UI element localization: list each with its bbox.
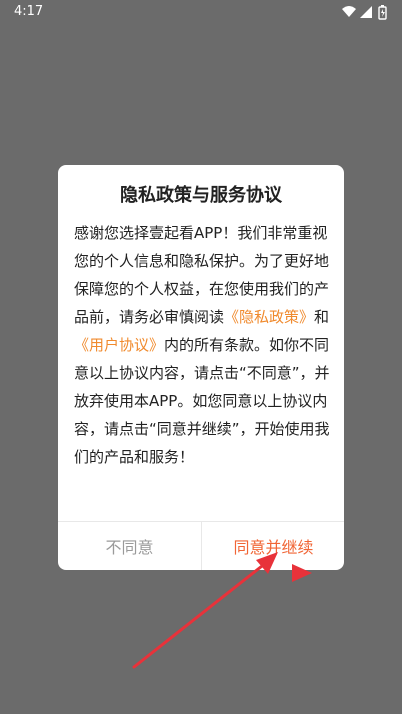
- status-icons: [342, 5, 387, 20]
- body-connector: 和: [314, 308, 330, 326]
- privacy-policy-link[interactable]: 《隐私政策》: [224, 308, 314, 326]
- status-time: 4:17: [14, 4, 44, 19]
- status-bar: 4:17: [0, 0, 402, 24]
- dialog-title: 隐私政策与服务协议: [120, 185, 282, 206]
- battery-icon: [378, 5, 387, 20]
- privacy-dialog: 隐私政策与服务协议 感谢您选择壹起看APP！我们非常重视您的个人信息和隐私保护。…: [58, 165, 344, 570]
- body-text-after: 内的所有条款。如你不同意以上协议内容，请点击“不同意”，并放弃使用本APP。如您…: [74, 336, 330, 466]
- decline-button[interactable]: 不同意: [58, 522, 201, 570]
- accept-continue-button[interactable]: 同意并继续: [202, 522, 344, 570]
- wifi-icon: [342, 6, 356, 17]
- signal-icon: [360, 6, 372, 18]
- user-agreement-link[interactable]: 《用户协议》: [74, 336, 164, 354]
- dialog-body: 感谢您选择壹起看APP！我们非常重视您的个人信息和隐私保护。为了更好地保障您的个…: [74, 219, 330, 471]
